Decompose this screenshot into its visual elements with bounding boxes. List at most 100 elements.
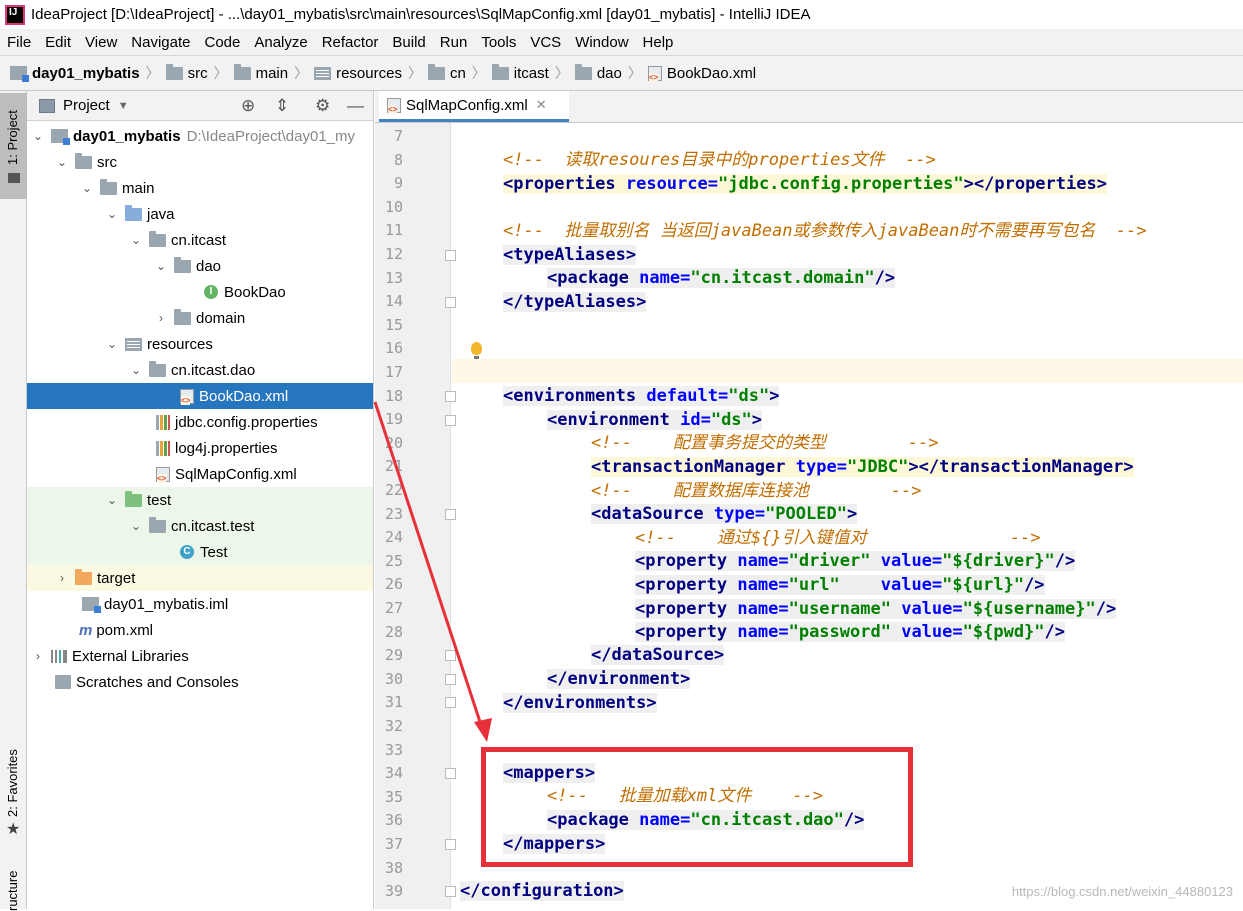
breadcrumb-src[interactable]: src 〉: [165, 63, 234, 83]
lightbulb-icon[interactable]: [471, 342, 482, 359]
project-view-selector[interactable]: Project: [63, 97, 110, 114]
chevron-down-icon[interactable]: ▼: [118, 100, 129, 112]
fold-marker[interactable]: [445, 391, 456, 402]
tree-item-cn-itcast-dao[interactable]: ⌄ cn.itcast.dao: [27, 357, 373, 383]
chevron-down-icon[interactable]: ⌄: [80, 181, 94, 195]
tree-item-pom-xml[interactable]: m pom.xml: [27, 617, 373, 643]
package-icon: [174, 256, 191, 273]
collapse-all-icon[interactable]: ⇕: [275, 96, 289, 116]
code-line-11: <!-- 批量取别名 当返回javaBean或参数传入javaBean时不需要再…: [503, 221, 1147, 241]
folder-icon: [233, 63, 251, 80]
tree-item-bookdao[interactable]: I BookDao: [27, 279, 373, 305]
line-number: 22: [384, 481, 403, 499]
tree-item-resources[interactable]: ⌄ resources: [27, 331, 373, 357]
line-number: 36: [384, 811, 403, 830]
close-icon[interactable]: ✕: [536, 97, 547, 113]
menu-tools[interactable]: Tools: [474, 34, 523, 51]
project-tool-window-button[interactable]: 1: Project: [0, 93, 27, 199]
fold-marker[interactable]: [445, 886, 456, 897]
breadcrumb-module[interactable]: day01_mybatis 〉: [10, 63, 166, 83]
tree-item-cn-itcast[interactable]: ⌄ cn.itcast: [27, 227, 373, 253]
menu-run[interactable]: Run: [433, 34, 475, 51]
menu-window[interactable]: Window: [568, 34, 635, 51]
tree-item-domain[interactable]: › domain: [27, 305, 373, 331]
code-line-9: <properties resource="jdbc.config.proper…: [503, 174, 1107, 194]
menu-code[interactable]: Code: [197, 34, 247, 51]
chevron-down-icon[interactable]: ⌄: [154, 259, 168, 273]
chevron-down-icon[interactable]: ⌄: [105, 207, 119, 221]
code-line-25: <property name="driver" value="${driver}…: [635, 551, 1076, 571]
fold-marker[interactable]: [445, 674, 456, 685]
line-number: 8: [393, 150, 403, 169]
tab-sqlmapconfig-xml[interactable]: SqlMapConfig.xml ✕: [379, 91, 569, 122]
tree-item-target[interactable]: › target: [27, 565, 373, 591]
tree-item-scratches[interactable]: Scratches and Consoles: [27, 669, 373, 695]
menu-view[interactable]: View: [78, 34, 124, 51]
tree-item-sqlmapconfig-xml[interactable]: SqlMapConfig.xml: [27, 461, 373, 487]
locate-icon[interactable]: ⊕: [241, 96, 255, 116]
line-number: 32: [384, 717, 403, 735]
intellij-logo-icon: [5, 4, 25, 25]
gear-icon[interactable]: ⚙: [315, 96, 330, 116]
menu-build[interactable]: Build: [385, 34, 432, 51]
tree-item-day01-mybatis[interactable]: ⌄ day01_mybatis D:\IdeaProject\day01_my: [27, 123, 373, 149]
tree-item-log4j-properties[interactable]: log4j.properties: [27, 435, 373, 461]
chevron-right-icon[interactable]: ›: [55, 571, 69, 585]
fold-marker[interactable]: [445, 250, 456, 261]
tree-item-test[interactable]: ⌄ test: [27, 487, 373, 513]
tree-item-main[interactable]: ⌄ main: [27, 175, 373, 201]
tree-item-src[interactable]: ⌄ src: [27, 149, 373, 175]
tree-item-external-libraries[interactable]: › External Libraries: [27, 643, 373, 669]
window-title-bar: IdeaProject [D:\IdeaProject] - ...\day01…: [0, 0, 1243, 29]
fold-marker[interactable]: [445, 650, 456, 661]
xml-file-icon: [387, 97, 401, 114]
fold-marker[interactable]: [445, 415, 456, 426]
breadcrumb-itcast[interactable]: itcast 〉: [491, 63, 575, 83]
menu-help[interactable]: Help: [636, 34, 681, 51]
menu-vcs[interactable]: VCS: [523, 34, 568, 51]
fold-marker[interactable]: [445, 697, 456, 708]
fold-marker[interactable]: [445, 297, 456, 308]
hide-panel-icon[interactable]: —: [347, 96, 364, 116]
tree-item-jdbc-config-properties[interactable]: jdbc.config.properties: [27, 409, 373, 435]
breadcrumb-bookdao-xml[interactable]: BookDao.xml: [647, 65, 756, 82]
chevron-down-icon[interactable]: ⌄: [129, 519, 143, 533]
breadcrumb-main[interactable]: main 〉: [233, 63, 315, 83]
tree-item-test-class[interactable]: C Test: [27, 539, 373, 565]
line-number: 27: [384, 599, 403, 617]
breadcrumb-dao[interactable]: dao 〉: [574, 63, 648, 83]
favorites-tool-button[interactable]: 2: Favorites: [5, 749, 20, 817]
line-number: 34: [384, 764, 403, 783]
chevron-down-icon[interactable]: ⌄: [55, 155, 69, 169]
menu-edit[interactable]: Edit: [38, 34, 78, 51]
menu-navigate[interactable]: Navigate: [124, 34, 197, 51]
chevron-right-icon[interactable]: ›: [154, 311, 168, 325]
chevron-right-icon[interactable]: ›: [31, 649, 45, 663]
breadcrumb-cn[interactable]: cn 〉: [427, 63, 492, 83]
menu-analyze[interactable]: Analyze: [247, 34, 314, 51]
line-number: 31: [384, 693, 403, 712]
structure-tool-button[interactable]: ructure: [5, 871, 20, 911]
fold-marker[interactable]: [445, 509, 456, 520]
fold-marker[interactable]: [445, 839, 456, 850]
menu-refactor[interactable]: Refactor: [315, 34, 386, 51]
tree-item-bookdao-xml[interactable]: BookDao.xml: [27, 383, 373, 409]
chevron-down-icon[interactable]: ⌄: [129, 363, 143, 377]
code-line-12: <typeAliases>: [503, 245, 637, 265]
tree-item-cn-itcast-test[interactable]: ⌄ cn.itcast.test: [27, 513, 373, 539]
chevron-down-icon[interactable]: ⌄: [31, 129, 45, 143]
tree-item-iml[interactable]: day01_mybatis.iml: [27, 591, 373, 617]
code-line-18: <environments default="ds">: [503, 386, 780, 406]
window-title: IdeaProject [D:\IdeaProject] - ...\day01…: [31, 6, 811, 23]
folder-icon: [100, 178, 117, 195]
tree-item-dao[interactable]: ⌄ dao: [27, 253, 373, 279]
breadcrumb-resources[interactable]: resources 〉: [314, 63, 428, 83]
chevron-down-icon[interactable]: ⌄: [129, 233, 143, 247]
chevron-down-icon[interactable]: ⌄: [105, 337, 119, 351]
chevron-down-icon[interactable]: ⌄: [105, 493, 119, 507]
package-icon: [174, 308, 191, 325]
code-line-24: <!-- 通过${}引入键值对 -->: [635, 528, 1041, 548]
fold-marker[interactable]: [445, 768, 456, 779]
menu-file[interactable]: File: [0, 34, 38, 51]
tree-item-java[interactable]: ⌄ java: [27, 201, 373, 227]
